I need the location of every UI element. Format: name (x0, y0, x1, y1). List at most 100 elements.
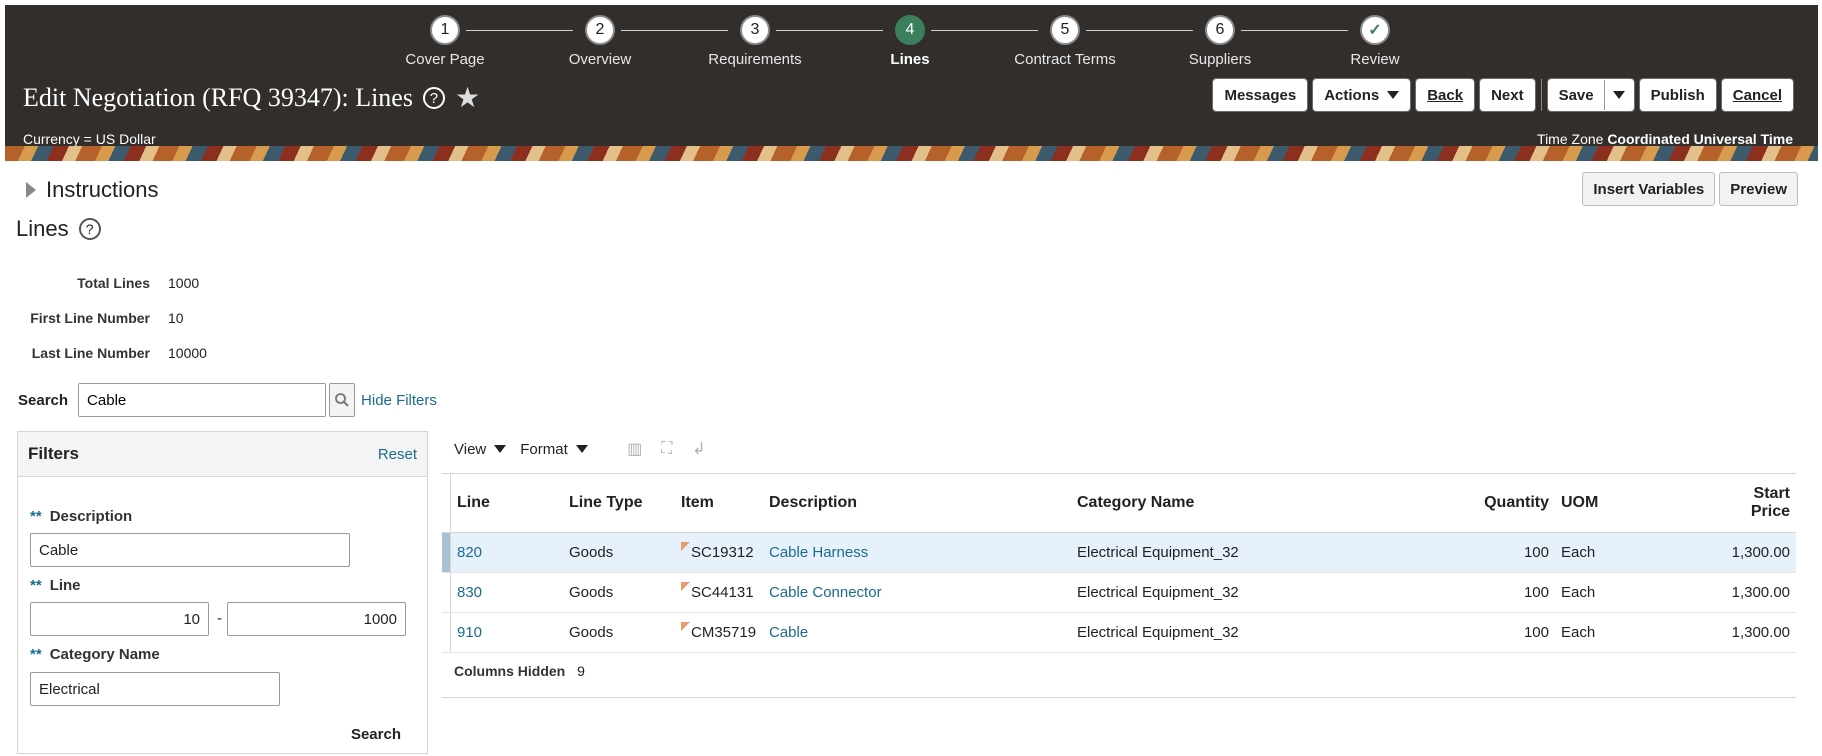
table-row[interactable]: 820 Goods SC19312 Cable Harness Electric… (442, 532, 1796, 573)
train-step-contract-terms[interactable]: 5 Contract Terms (1005, 15, 1125, 68)
line-number-link[interactable]: 910 (450, 612, 563, 653)
insert-variables-button[interactable]: Insert Variables (1582, 172, 1716, 206)
save-dropdown-icon[interactable] (1612, 91, 1625, 99)
page-title: Edit Negotiation (RFQ 39347): Lines ? ★ (23, 81, 480, 115)
quantity-cell: 100 (1473, 572, 1555, 613)
column-header-item[interactable]: Item (675, 473, 763, 533)
next-button[interactable]: Next (1479, 78, 1536, 112)
category-cell: Electrical Equipment_32 (1071, 572, 1473, 613)
start-price-header-line1: Start (1753, 485, 1790, 502)
reset-link[interactable]: Reset (378, 446, 417, 463)
category-cell: Electrical Equipment_32 (1071, 612, 1473, 653)
instructions-label: Instructions (46, 177, 159, 202)
total-lines-value: 1000 (168, 275, 200, 291)
help-icon[interactable]: ? (422, 87, 445, 109)
hide-filters-link[interactable]: Hide Filters (361, 392, 437, 409)
line-number-link[interactable]: 820 (450, 532, 563, 573)
train-step-review[interactable]: ✓ Review (1315, 15, 1435, 68)
cancel-button[interactable]: Cancel (1720, 78, 1795, 112)
detach-table-icon[interactable]: ⛶ (658, 440, 676, 458)
timezone-info: Time Zone Coordinated Universal Time (1537, 131, 1793, 147)
page-header: 1 Cover Page 2 Overview 3 Requirements 4… (5, 5, 1818, 147)
train-step-suppliers[interactable]: 6 Suppliers (1160, 15, 1280, 68)
line-from-input[interactable]: 10 (30, 602, 209, 636)
table-footer-divider (442, 697, 1796, 698)
line-to-input[interactable]: 1000 (227, 602, 406, 636)
search-input[interactable] (78, 383, 327, 417)
description-filter-input[interactable]: Cable (30, 533, 350, 567)
line-type-cell: Goods (563, 572, 675, 613)
expand-arrow-icon[interactable] (26, 182, 36, 198)
instructions-disclosure[interactable]: Instructions (26, 177, 159, 203)
dropdown-arrow-icon (1387, 91, 1400, 99)
train-step-requirements[interactable]: 3 Requirements (695, 15, 815, 68)
step-label: Cover Page (405, 51, 485, 68)
item-value: SC19312 (691, 544, 754, 561)
wrap-icon[interactable]: ↲ (690, 440, 708, 458)
row-selector[interactable] (442, 612, 451, 653)
description-link[interactable]: Cable (763, 612, 1071, 653)
train-step-cover-page[interactable]: 1 Cover Page (385, 15, 505, 68)
column-header-uom[interactable]: UOM (1555, 473, 1637, 533)
column-header-line[interactable]: Line (450, 473, 563, 533)
step-number: 1 (430, 15, 460, 45)
columns-hidden-label: Columns Hidden (454, 663, 566, 679)
item-cell: SC19312 (675, 532, 763, 573)
quantity-cell: 100 (1473, 532, 1555, 573)
filter-search-button[interactable]: Search (351, 726, 401, 743)
table-row[interactable]: 910 Goods CM35719 Cable Electrical Equip… (442, 612, 1796, 653)
line-type-cell: Goods (563, 532, 675, 573)
first-line-value: 10 (168, 310, 184, 326)
column-header-quantity[interactable]: Quantity (1473, 473, 1555, 533)
quantity-cell: 100 (1473, 612, 1555, 653)
favorite-star-icon[interactable]: ★ (455, 81, 480, 115)
total-lines-label: Total Lines (77, 275, 150, 291)
preview-button[interactable]: Preview (1719, 172, 1798, 206)
search-button[interactable] (329, 383, 356, 417)
column-header-start-price[interactable]: Start Price (1637, 473, 1796, 533)
dropdown-arrow-icon (575, 445, 588, 453)
format-label: Format (520, 440, 568, 458)
description-link[interactable]: Cable Connector (763, 572, 1071, 613)
step-label: Contract Terms (1014, 51, 1116, 68)
view-label: View (454, 440, 487, 458)
columns-hidden-status: Columns Hidden 9 (454, 663, 585, 679)
process-train: 1 Cover Page 2 Overview 3 Requirements 4… (5, 5, 1818, 85)
description-label-text: Description (49, 508, 133, 525)
row-selector[interactable] (442, 532, 451, 573)
uom-cell: Each (1555, 612, 1637, 653)
flag-icon (681, 542, 690, 551)
line-number-link[interactable]: 830 (450, 572, 563, 613)
step-label: Review (1350, 51, 1400, 68)
row-selector[interactable] (442, 572, 451, 613)
first-line-field: First Line Number 10 (0, 310, 184, 326)
freeze-columns-icon[interactable]: ▥ (626, 440, 644, 458)
column-header-category[interactable]: Category Name (1071, 473, 1473, 533)
flag-icon (681, 622, 690, 631)
table-row[interactable]: 830 Goods SC44131 Cable Connector Electr… (442, 572, 1796, 613)
required-marker: ** (30, 646, 42, 663)
item-value: SC44131 (691, 584, 754, 601)
help-icon[interactable]: ? (78, 218, 101, 240)
flag-icon (681, 582, 690, 591)
filters-title: Filters (28, 444, 80, 463)
filters-panel: Filters Reset ** Description Cable ** Line… (17, 431, 428, 754)
step-number: 6 (1205, 15, 1235, 45)
actions-menu-button[interactable]: Actions (1312, 78, 1412, 112)
lines-title: Lines (16, 216, 69, 241)
back-button[interactable]: Back (1415, 78, 1476, 112)
publish-button[interactable]: Publish (1638, 78, 1717, 112)
description-link[interactable]: Cable Harness (763, 532, 1071, 573)
lines-table: Line Line Type Item Description Category… (442, 473, 1796, 653)
uom-cell: Each (1555, 532, 1637, 573)
category-filter-input[interactable]: Electrical (30, 672, 280, 706)
train-step-lines[interactable]: 4 Lines (850, 15, 970, 68)
column-header-line-type[interactable]: Line Type (563, 473, 675, 533)
messages-button[interactable]: Messages (1212, 78, 1309, 112)
save-button[interactable]: Save (1546, 78, 1635, 112)
train-step-overview[interactable]: 2 Overview (540, 15, 660, 68)
column-header-description[interactable]: Description (763, 473, 1071, 533)
save-label: Save (1558, 86, 1594, 104)
view-menu[interactable]: View (454, 440, 507, 458)
format-menu[interactable]: Format (520, 441, 588, 458)
